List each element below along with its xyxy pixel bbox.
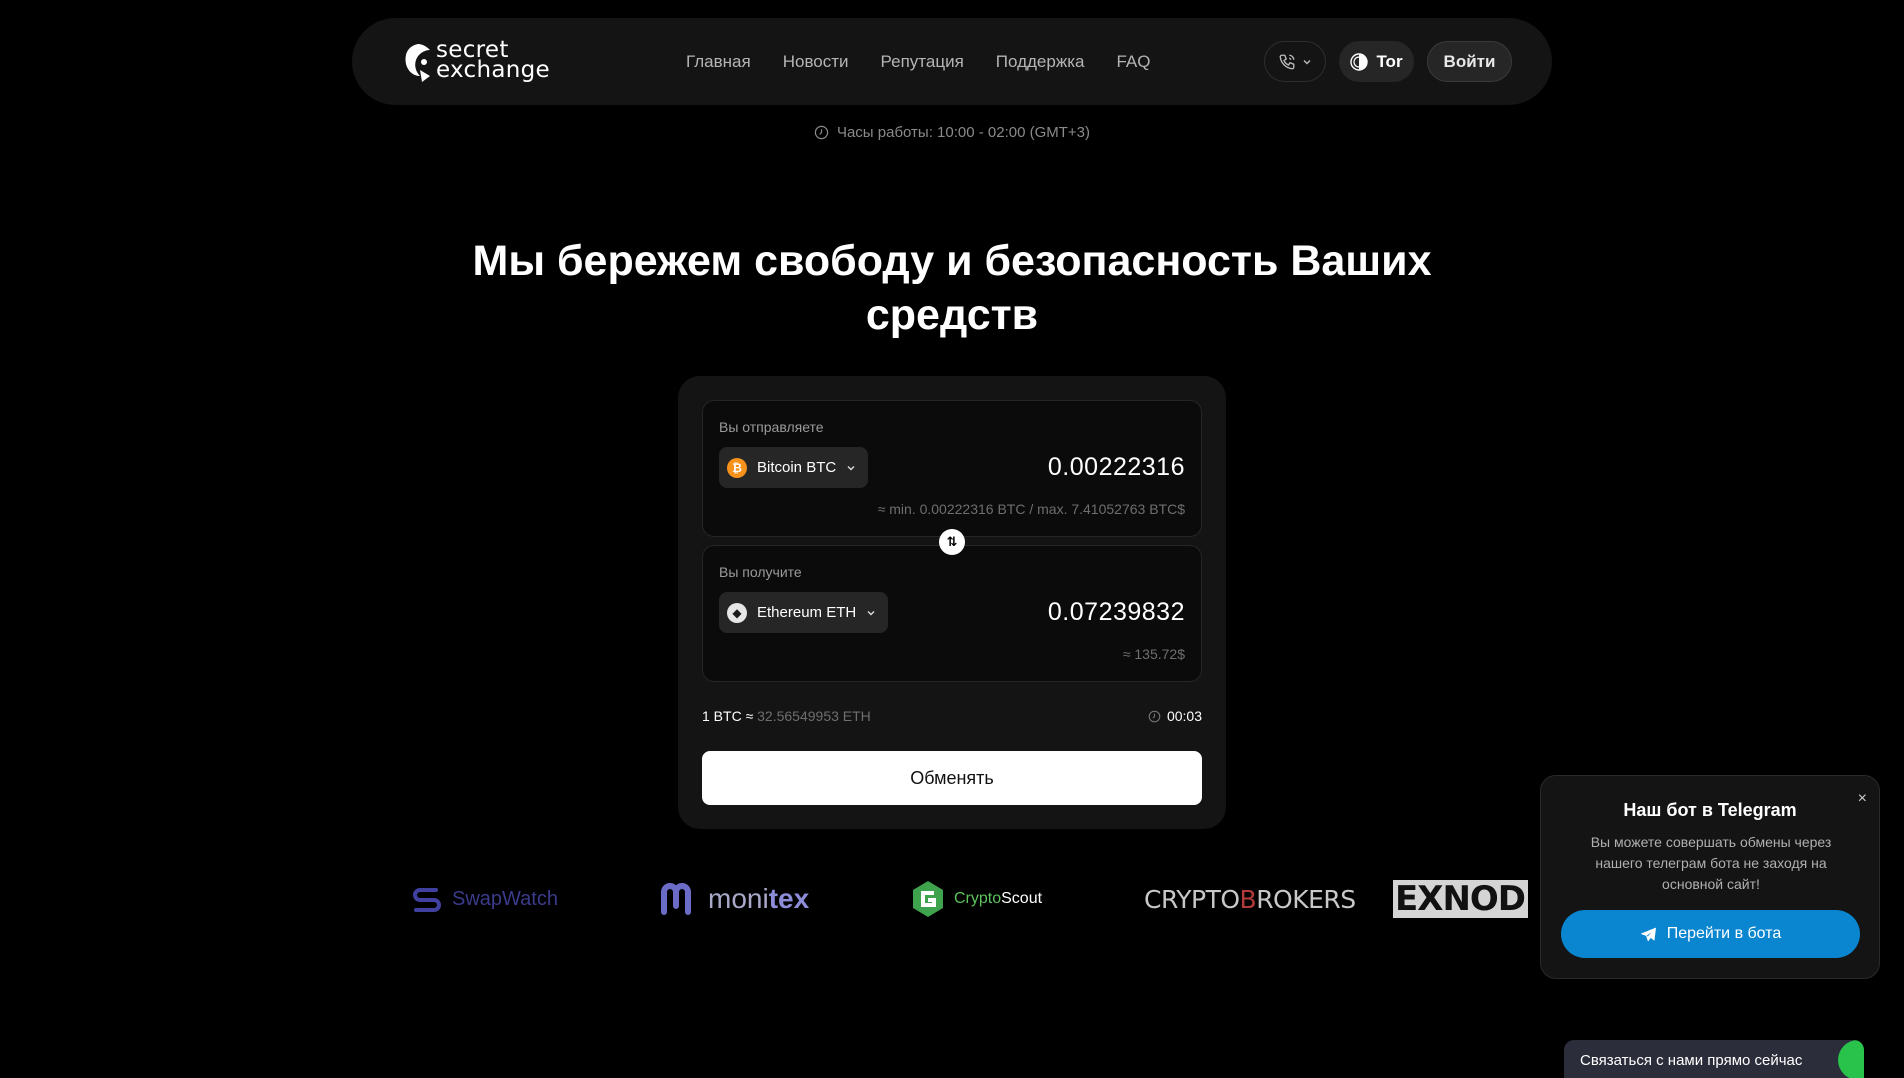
logo-mark-icon [405, 44, 430, 82]
logo[interactable]: secret exchange [402, 39, 582, 84]
logo-text-line2: exchange [436, 57, 550, 83]
send-box: Вы отправляете ₿ Bitcoin BTC 0.00222316 … [702, 400, 1202, 537]
header-bar: secret exchange Главная Новости Репутаци… [352, 18, 1552, 105]
receive-coin-name: Ethereum ETH [757, 604, 857, 621]
swapwatch-logo-icon [413, 888, 441, 912]
chevron-down-icon [1303, 59, 1311, 64]
send-amount-input[interactable]: 0.00222316 [1048, 453, 1185, 482]
partner-exnode[interactable]: EXNODE [1393, 880, 1528, 918]
telegram-popup-title: Наш бот в Telegram [1623, 800, 1797, 820]
receive-box: Вы получите ◆ Ethereum ETH 0.07239832 ≈ … [702, 545, 1202, 682]
tor-label: Tor [1376, 51, 1403, 71]
chevron-down-icon [867, 610, 875, 615]
ethereum-icon: ◆ [727, 602, 747, 623]
clock-icon [1148, 710, 1161, 722]
rate-value: 32.56549953 ETH [757, 708, 871, 724]
receive-label: Вы получите [719, 564, 802, 580]
nav-link-home[interactable]: Главная [686, 52, 751, 72]
monitex-name-b: tex [768, 883, 810, 914]
cryptobrokers-name-a: CRYPTO [1144, 884, 1240, 914]
send-coin-select[interactable]: ₿ Bitcoin BTC [719, 447, 869, 488]
exchange-button[interactable]: Обменять [702, 751, 1202, 805]
telegram-popup-text: Вы можете совершать обмены через нашего … [1590, 834, 1832, 892]
contact-us-label: Связаться с нами прямо сейчас [1580, 1052, 1803, 1069]
receive-coin-select[interactable]: ◆ Ethereum ETH [719, 592, 889, 633]
working-hours: Часы работы: 10:00 - 02:00 (GMT+3) [0, 124, 1904, 141]
send-limits: ≈ min. 0.00222316 BTC / max. 7.41052763 … [877, 501, 1185, 517]
working-hours-text: Часы работы: 10:00 - 02:00 (GMT+3) [836, 124, 1091, 141]
partner-cryptoscout[interactable]: CryptoScout [910, 876, 1042, 922]
swapwatch-name: SwapWatch [452, 887, 558, 910]
partner-swapwatch[interactable]: SwapWatch [410, 876, 558, 922]
main-nav: Главная Новости Репутация Поддержка FAQ [686, 18, 1150, 105]
tor-button[interactable]: Tor [1339, 41, 1414, 82]
nav-link-news[interactable]: Новости [783, 52, 849, 72]
timer-value: 00:03 [1166, 708, 1202, 724]
hero-title: Мы бережем свободу и безопасность Ваших … [472, 237, 1432, 339]
receive-amount-input[interactable]: 0.07239832 [1048, 598, 1185, 627]
contact-us-widget[interactable]: Связаться с нами прямо сейчас [1564, 1040, 1864, 1078]
nav-link-faq[interactable]: FAQ [1116, 52, 1150, 72]
send-label: Вы отправляете [719, 419, 824, 435]
rate-base: 1 BTC ≈ [702, 708, 754, 724]
phone-dropdown-button[interactable] [1264, 41, 1326, 82]
swap-arrows-icon: ⇅ [946, 534, 958, 549]
tor-onion-icon [1350, 52, 1369, 71]
monitex-name-a: moni [708, 883, 769, 914]
bitcoin-icon: ₿ [727, 457, 747, 478]
partner-cryptobrokers[interactable]: CRYPTOBROKERS [1144, 876, 1356, 922]
telegram-bot-popup: × Наш бот в Telegram Вы можете совершать… [1540, 775, 1880, 979]
logo-text: secret exchange [436, 39, 550, 83]
login-button[interactable]: Войти [1427, 41, 1512, 82]
send-coin-name: Bitcoin BTC [757, 459, 837, 476]
exnode-name: EXNODE [1395, 880, 1528, 918]
chat-indicator-icon [1838, 1040, 1864, 1078]
telegram-plane-icon [1640, 927, 1656, 941]
partner-monitex[interactable]: monitex [660, 876, 809, 922]
clock-icon [814, 125, 829, 140]
cryptobrokers-name-b: B [1239, 884, 1257, 914]
chevron-down-icon [847, 465, 855, 470]
cryptobrokers-name-c: ROKERS [1256, 884, 1356, 914]
exchange-card: Вы отправляете ₿ Bitcoin BTC 0.00222316 … [678, 376, 1226, 829]
cryptoscout-name-a: Crypto [954, 890, 1002, 907]
partner-logos: SwapWatch monitex CryptoScout CRYPTOBROK… [410, 876, 1528, 922]
exchange-rate: 1 BTC ≈ 32.56549953 ETH [702, 708, 871, 724]
go-to-bot-button[interactable]: Перейти в бота [1561, 910, 1860, 958]
nav-link-support[interactable]: Поддержка [996, 52, 1085, 72]
nav-link-reputation[interactable]: Репутация [881, 52, 964, 72]
monitex-logo-icon [661, 883, 691, 915]
swap-direction-button[interactable]: ⇅ [939, 529, 965, 555]
cryptoscout-logo-icon [913, 881, 943, 917]
go-to-bot-label: Перейти в бота [1666, 925, 1782, 942]
cryptoscout-name-b: Scout [1001, 890, 1043, 907]
phone-icon [1279, 54, 1295, 69]
rate-timer: 00:03 [1148, 708, 1202, 724]
receive-usd-value: ≈ 135.72$ [1122, 646, 1185, 662]
